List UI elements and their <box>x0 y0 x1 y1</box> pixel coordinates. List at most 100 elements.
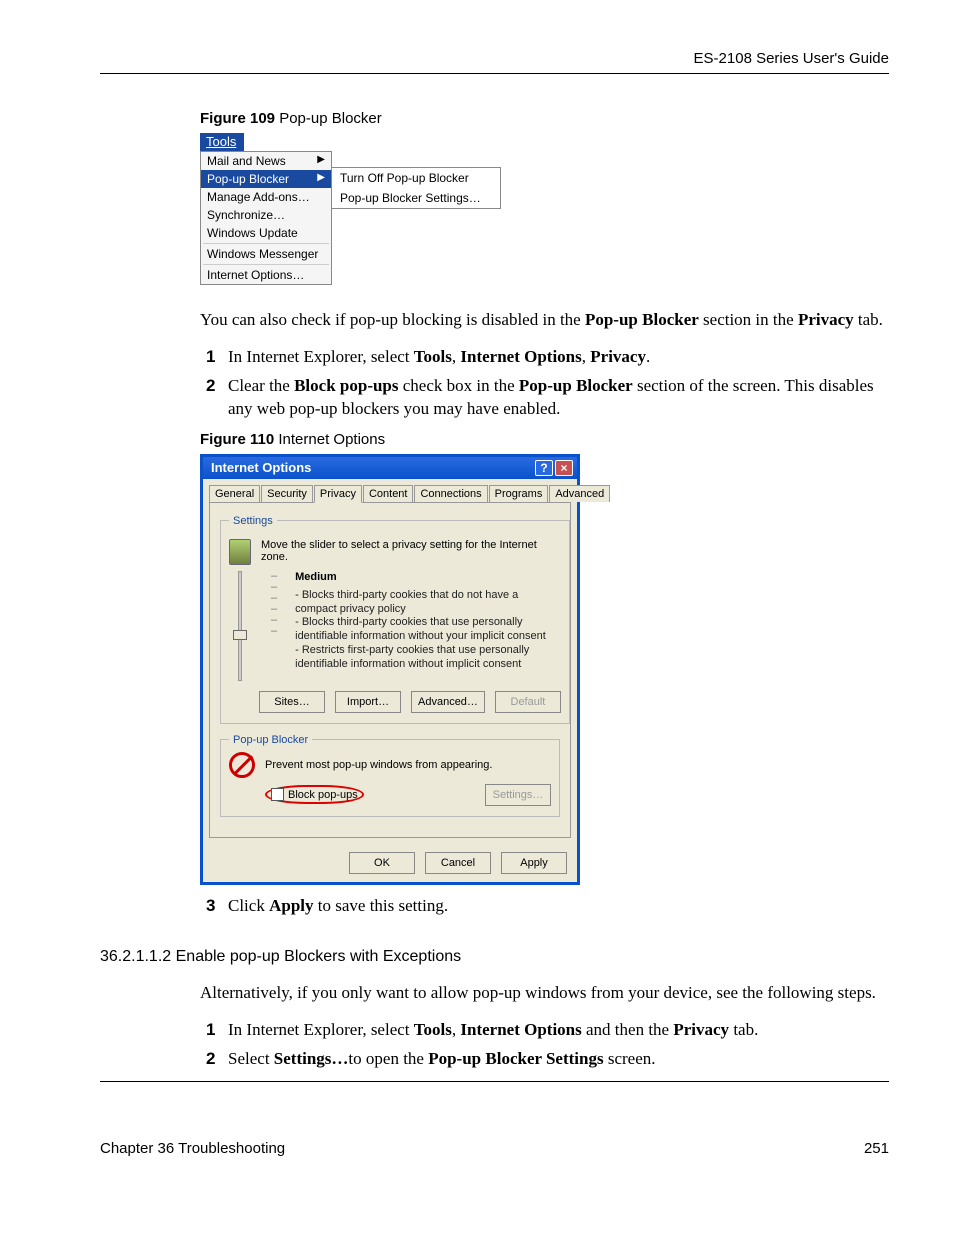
menu-item-windows-messenger[interactable]: Windows Messenger <box>201 245 331 263</box>
help-button[interactable]: ? <box>535 460 553 476</box>
footer-chapter: Chapter 36 Troubleshooting <box>100 1140 285 1157</box>
step-number: 2 <box>206 375 215 398</box>
text: tab. <box>729 1020 758 1039</box>
popup-blocker-hint: Prevent most pop-up windows from appeari… <box>265 759 492 771</box>
menu-item-label: Windows Messenger <box>207 247 318 261</box>
text: and then the <box>582 1020 674 1039</box>
submenu-turn-off[interactable]: Turn Off Pop-up Blocker <box>332 168 500 188</box>
settings-hint: Move the slider to select a privacy sett… <box>261 539 561 563</box>
text-bold: Pop-up Blocker <box>519 376 633 395</box>
privacy-level-desc: - Blocks third-party cookies that do not… <box>295 589 561 672</box>
figure-109-num: Figure 109 <box>200 110 275 127</box>
menu-item-popup-blocker[interactable]: Pop-up Blocker ▶ <box>201 170 331 188</box>
dialog-titlebar: Internet Options ? × <box>203 457 577 479</box>
advanced-button[interactable]: Advanced… <box>411 691 485 713</box>
slider-ticks: –––––– <box>269 571 277 637</box>
tools-menu: Mail and News▶ Pop-up Blocker ▶ Manage Ad… <box>200 151 332 285</box>
section-heading: 36.2.1.1.2 Enable pop-up Blockers with E… <box>100 948 889 966</box>
tools-menu-button[interactable]: Tools <box>200 133 244 151</box>
tab-body: Settings Move the slider to select a pri… <box>209 502 571 838</box>
menu-item-label: Pop-up Blocker <box>207 172 289 186</box>
dialog-title: Internet Options <box>211 460 311 475</box>
block-popups-checkbox[interactable] <box>271 788 284 801</box>
menu-item-label: Synchronize… <box>207 208 285 222</box>
sites-button[interactable]: Sites… <box>259 691 325 713</box>
text-bold: Privacy <box>590 347 646 366</box>
apply-button[interactable]: Apply <box>501 852 567 874</box>
menu-separator <box>203 243 329 244</box>
text-bold: Pop-up Blocker <box>585 310 699 329</box>
default-button[interactable]: Default <box>495 691 561 713</box>
tab-privacy[interactable]: Privacy <box>314 485 362 503</box>
text: In Internet Explorer, select <box>228 1020 414 1039</box>
privacy-level-name: Medium <box>295 571 561 583</box>
ordered-list: 1 In Internet Explorer, select Tools, In… <box>200 1019 889 1071</box>
text-bold: Tools <box>414 1020 452 1039</box>
close-button[interactable]: × <box>555 460 573 476</box>
figure-109-caption: Figure 109 Pop-up Blocker <box>200 110 889 127</box>
slider-thumb[interactable] <box>233 630 247 640</box>
submenu-settings[interactable]: Pop-up Blocker Settings… <box>332 188 500 208</box>
tab-strip: General Security Privacy Content Connect… <box>203 479 577 502</box>
tab-content[interactable]: Content <box>363 485 414 502</box>
submenu-arrow-icon: ▶ <box>317 172 325 186</box>
import-button[interactable]: Import… <box>335 691 401 713</box>
privacy-slider[interactable] <box>229 571 251 681</box>
text-bold: Internet Options <box>460 1020 581 1039</box>
menu-item-label: Mail and News <box>207 154 286 168</box>
block-popups-label: Block pop-ups <box>288 789 358 801</box>
no-popup-icon <box>229 752 255 778</box>
step-number: 1 <box>206 346 215 369</box>
menu-item-label: Internet Options… <box>207 268 304 282</box>
settings-fieldset: Settings Move the slider to select a pri… <box>220 515 570 724</box>
text: , <box>582 347 591 366</box>
annotation-ellipse: Block pop-ups <box>265 785 364 804</box>
text-bold: Settings… <box>274 1049 349 1068</box>
text-bold: Block pop-ups <box>294 376 398 395</box>
menu-separator <box>203 264 329 265</box>
menu-item-windows-update[interactable]: Windows Update <box>201 224 331 242</box>
menu-item-mail-news[interactable]: Mail and News▶ <box>201 152 331 170</box>
text: to open the <box>348 1049 428 1068</box>
text: Click <box>228 896 269 915</box>
popup-blocker-submenu: Turn Off Pop-up Blocker Pop-up Blocker S… <box>331 167 501 209</box>
menu-item-internet-options[interactable]: Internet Options… <box>201 266 331 284</box>
tab-programs[interactable]: Programs <box>489 485 549 502</box>
tab-connections[interactable]: Connections <box>414 485 487 502</box>
figure-110-caption: Figure 110 Internet Options <box>200 431 889 448</box>
list-item: 3 Click Apply to save this setting. <box>200 895 889 918</box>
step-number: 1 <box>206 1019 215 1042</box>
ordered-list: 1 In Internet Explorer, select Tools, In… <box>200 346 889 421</box>
menu-item-manage-addons[interactable]: Manage Add-ons… <box>201 188 331 206</box>
ok-button[interactable]: OK <box>349 852 415 874</box>
text: Clear the <box>228 376 294 395</box>
text: . <box>646 347 650 366</box>
text: to save this setting. <box>314 896 449 915</box>
figure-110-title: Internet Options <box>274 431 385 448</box>
menu-item-label: Windows Update <box>207 226 298 240</box>
settings-legend: Settings <box>229 515 277 527</box>
tab-general[interactable]: General <box>209 485 260 502</box>
list-item: 1 In Internet Explorer, select Tools, In… <box>200 346 889 369</box>
cancel-button[interactable]: Cancel <box>425 852 491 874</box>
text: section in the <box>699 310 798 329</box>
header-guide-title: ES-2108 Series User's Guide <box>100 50 889 67</box>
step-number: 3 <box>206 895 215 918</box>
menu-item-synchronize[interactable]: Synchronize… <box>201 206 331 224</box>
tab-security[interactable]: Security <box>261 485 313 502</box>
figure-110-internet-options-dialog: Internet Options ? × General Security Pr… <box>200 454 580 885</box>
step-number: 2 <box>206 1048 215 1071</box>
text-bold: Privacy <box>673 1020 729 1039</box>
paragraph: You can also check if pop-up blocking is… <box>200 309 889 332</box>
text: screen. <box>604 1049 656 1068</box>
text-bold: Apply <box>269 896 313 915</box>
tab-advanced[interactable]: Advanced <box>549 485 610 502</box>
popup-blocker-fieldset: Pop-up Blocker Prevent most pop-up windo… <box>220 734 560 817</box>
text: You can also check if pop-up blocking is… <box>200 310 585 329</box>
figure-109: Tools Mail and News▶ Pop-up Blocker ▶ Man… <box>200 133 501 285</box>
text: check box in the <box>399 376 519 395</box>
text-bold: Tools <box>414 347 452 366</box>
text: tab. <box>854 310 883 329</box>
text-bold: Internet Options <box>460 347 581 366</box>
popup-settings-button[interactable]: Settings… <box>485 784 551 806</box>
